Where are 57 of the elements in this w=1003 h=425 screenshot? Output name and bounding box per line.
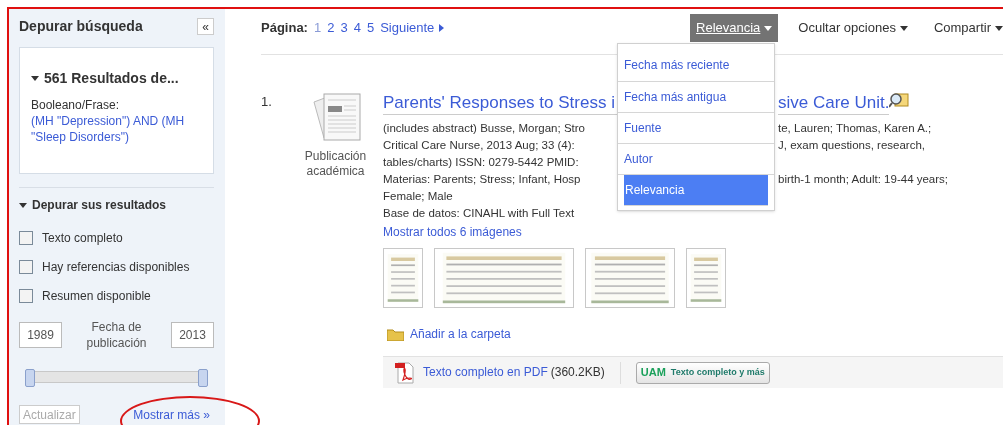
page-link[interactable]: 2 [327,18,335,38]
sort-option[interactable]: Fuente [618,113,774,144]
page-link[interactable]: 5 [366,18,375,38]
citation-text: Materias: Parents; Stress; Infant, Hosp [383,172,582,187]
citation-text: te, Lauren; Thomas, Karen A.; [778,121,933,136]
sidebar-title: Depurar búsqueda [19,17,143,36]
publication-type: Publicación académica [303,149,368,179]
citation-text: Female; Male [383,189,453,204]
slider-handle[interactable] [25,369,35,387]
result-number: 1. [261,93,273,111]
folder-icon [387,328,404,341]
next-arrow-icon [439,24,445,32]
checkbox[interactable] [19,260,33,274]
query-link[interactable]: (MH "Depression") AND (MH "Sleep Disorders") [31,113,202,145]
toolbar-menu-button[interactable]: Relevancia [690,14,779,42]
sort-option[interactable]: Fecha más reciente [618,49,774,82]
checkbox[interactable] [19,231,33,245]
toolbar-menu-button[interactable]: Compartir [927,14,1003,42]
expanded-caret-icon[interactable] [31,76,39,81]
checkbox[interactable] [19,289,33,303]
pdf-fulltext-link[interactable]: Texto completo en PDF [423,364,548,381]
caret-icon [899,25,908,31]
slider-handle[interactable] [198,369,208,387]
checkbox-label: Resumen disponible [42,288,151,305]
citation-text: Critical Care Nurse, 2013 Aug; 33 (4): [383,138,576,153]
expanded-caret-icon[interactable] [19,202,27,208]
citation-text: birth-1 month; Adult: 19-44 years; [778,172,950,187]
collapse-button[interactable]: « [197,18,214,35]
pdf-icon [395,361,415,384]
next-link[interactable]: Siguiente [380,18,445,38]
year-to-field[interactable]: 2013 [171,322,214,348]
citation-text: Base de datos: CINAHL with Full Text [383,206,575,221]
refine-heading: Depurar sus resultados [32,197,167,214]
checkbox-label: Hay referencias disponibles [42,259,190,276]
toolbar-menu-button[interactable]: Ocultar opciones [792,14,914,42]
sort-option[interactable]: Fecha más antigua [618,82,774,113]
results-heading: 561 Resultados de... [44,69,179,88]
checkbox-label: Texto completo [42,230,123,247]
query-label: Booleano/Frase: [31,97,121,113]
caret-icon [764,25,773,31]
file-size: (360.2KB) [550,364,605,381]
page-label: Página: [261,19,308,38]
citation-text: J, exam questions, research, [778,138,926,153]
citation-text: tables/charts) ISSN: 0279-5442 PMID: [383,155,580,170]
page-link[interactable]: 4 [353,18,361,38]
caret-icon [995,25,1003,31]
preview-magnifier-icon[interactable] [889,92,910,108]
page-link[interactable]: 3 [340,18,348,38]
uam-fulltext-button[interactable]: UAM Texto completo y más [635,361,770,384]
result-title-link[interactable]: sive Care Unit. [778,92,890,115]
show-images-link[interactable]: Mostrar todos 6 imágenes [383,224,522,241]
add-to-folder-link[interactable]: Añadir a la carpeta [410,326,511,343]
year-from-field[interactable]: 1989 [19,322,62,348]
date-label: Fecha de publicación [85,319,148,351]
show-more-link[interactable]: Mostrar más » [133,405,210,424]
citation-text: (includes abstract) Busse, Morgan; Stro [383,121,586,136]
sort-option[interactable]: Relevancia [624,175,768,206]
